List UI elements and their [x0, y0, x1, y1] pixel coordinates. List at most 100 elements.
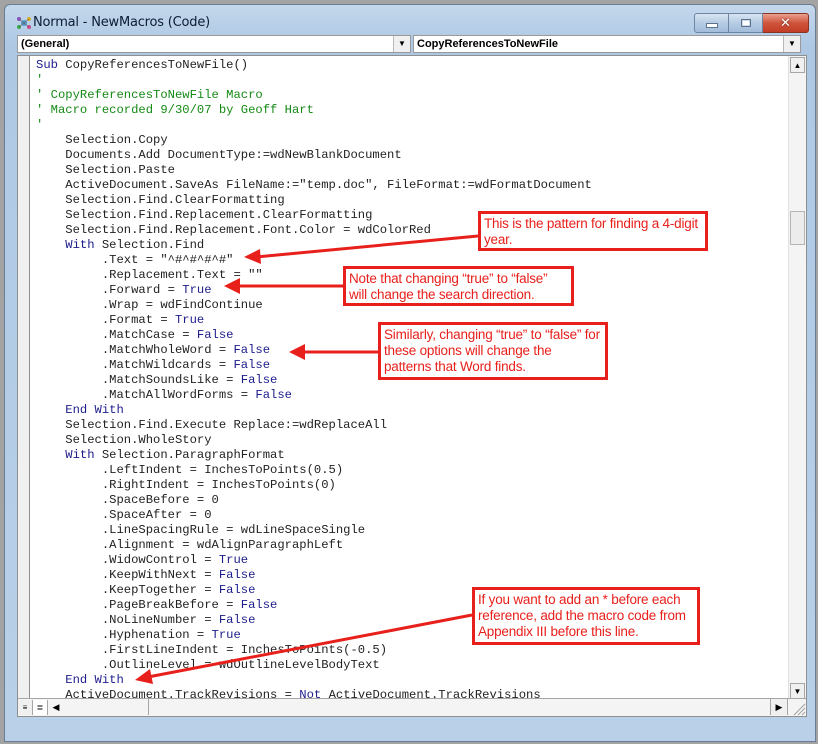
- code-keyword: True: [182, 283, 212, 297]
- procedure-combo[interactable]: CopyReferencesToNewFile ▼: [413, 35, 801, 53]
- code-line[interactable]: Documents.Add DocumentType:=wdNewBlankDo…: [36, 148, 592, 163]
- code-line[interactable]: .OutlineLevel = wdOutlineLevelBodyText: [36, 658, 592, 673]
- minimize-button[interactable]: [694, 13, 729, 33]
- code-keyword: Sub: [36, 58, 58, 72]
- minimize-icon: [705, 23, 718, 28]
- code-keyword: False: [218, 613, 256, 627]
- vertical-scrollbar[interactable]: ▲ ▼: [788, 56, 806, 700]
- code-token: Selection.Find.Replacement.ClearFormatti…: [36, 208, 373, 222]
- code-keyword: With: [65, 238, 95, 252]
- code-token: .Alignment = wdAlignParagraphLeft: [36, 538, 344, 552]
- code-line[interactable]: .SpaceBefore = 0: [36, 493, 592, 508]
- object-combo-value: (General): [21, 38, 70, 50]
- scroll-left-button[interactable]: ◀: [48, 700, 64, 715]
- code-line[interactable]: .KeepWithNext = False: [36, 568, 592, 583]
- resize-grip-icon[interactable]: [790, 700, 806, 716]
- code-line[interactable]: ': [36, 73, 592, 88]
- code-keyword: False: [233, 343, 271, 357]
- maximize-button[interactable]: [729, 13, 763, 33]
- code-line[interactable]: .FirstLineIndent = InchesToPoints(-0.5): [36, 643, 592, 658]
- code-line[interactable]: ' Macro recorded 9/30/07 by Geoff Hart: [36, 103, 592, 118]
- code-line[interactable]: ': [36, 118, 592, 133]
- code-token: .KeepTogether =: [36, 583, 219, 597]
- code-line[interactable]: ' CopyReferencesToNewFile Macro: [36, 88, 592, 103]
- code-token: .NoLineNumber =: [36, 613, 219, 627]
- code-token: Selection.Find.Execute Replace:=wdReplac…: [36, 418, 388, 432]
- title-bar[interactable]: Normal - NewMacros (Code) ✕: [5, 5, 815, 35]
- code-line[interactable]: With Selection.ParagraphFormat: [36, 448, 592, 463]
- code-token: .FirstLineIndent = InchesToPoints(-0.5): [36, 643, 388, 657]
- code-token: .WidowControl =: [36, 553, 219, 567]
- code-keyword: False: [218, 568, 256, 582]
- code-token: Selection.Find: [94, 238, 205, 252]
- maximize-icon: [740, 19, 751, 27]
- code-line[interactable]: .WidowControl = True: [36, 553, 592, 568]
- close-button[interactable]: ✕: [763, 13, 809, 33]
- code-line[interactable]: End With: [36, 403, 592, 418]
- code-token: .LineSpacingRule = wdLineSpaceSingle: [36, 523, 366, 537]
- scroll-up-button[interactable]: ▲: [790, 57, 805, 73]
- window-title: Normal - NewMacros (Code): [33, 15, 211, 30]
- code-line[interactable]: Selection.WholeStory: [36, 433, 592, 448]
- code-line[interactable]: ActiveDocument.SaveAs FileName:="temp.do…: [36, 178, 592, 193]
- code-token: .Hyphenation =: [36, 628, 212, 642]
- code-line[interactable]: .RightIndent = InchesToPoints(0): [36, 478, 592, 493]
- code-line[interactable]: Selection.Find.Execute Replace:=wdReplac…: [36, 418, 592, 433]
- vba-project-icon: [17, 17, 31, 29]
- code-keyword: With: [65, 448, 95, 462]
- code-line[interactable]: .MatchAllWordForms = False: [36, 388, 592, 403]
- annotation-search-direction: Note that changing “true” to “false” wil…: [343, 266, 574, 306]
- code-line[interactable]: Selection.Paste: [36, 163, 592, 178]
- code-line[interactable]: .Alignment = wdAlignParagraphLeft: [36, 538, 592, 553]
- code-line[interactable]: Selection.Copy: [36, 133, 592, 148]
- scroll-down-button[interactable]: ▼: [790, 683, 805, 699]
- code-line[interactable]: Sub CopyReferencesToNewFile(): [36, 58, 592, 73]
- code-token: .OutlineLevel = wdOutlineLevelBodyText: [36, 658, 380, 672]
- chevron-down-icon[interactable]: ▼: [783, 36, 800, 52]
- code-token: .RightIndent = InchesToPoints(0): [36, 478, 336, 492]
- code-line[interactable]: .LineSpacingRule = wdLineSpaceSingle: [36, 523, 592, 538]
- scroll-thumb[interactable]: [790, 211, 805, 245]
- code-token: .MatchAllWordForms =: [36, 388, 256, 402]
- code-token: Selection.Find.ClearFormatting: [36, 193, 285, 207]
- code-token: .SpaceAfter = 0: [36, 508, 212, 522]
- object-combo[interactable]: (General) ▼: [17, 35, 411, 53]
- code-keyword: False: [255, 388, 292, 402]
- arrow-up-icon: ▲: [793, 60, 802, 70]
- code-token: Documents.Add DocumentType:=wdNewBlankDo…: [36, 148, 402, 162]
- code-token: .PageBreakBefore =: [36, 598, 241, 612]
- code-line[interactable]: .LeftIndent = InchesToPoints(0.5): [36, 463, 592, 478]
- code-line[interactable]: Selection.Find.ClearFormatting: [36, 193, 592, 208]
- code-token: Selection.Paste: [36, 163, 175, 177]
- annotation-year-pattern: This is the pattern for finding a 4-digi…: [478, 211, 708, 251]
- code-token: Selection.Copy: [36, 133, 168, 147]
- code-line[interactable]: End With: [36, 673, 592, 688]
- margin-indicator-bar[interactable]: [18, 56, 30, 716]
- code-keyword: True: [218, 553, 249, 567]
- code-token: .MatchSoundsLike =: [36, 373, 241, 387]
- code-keyword: True: [211, 628, 241, 642]
- code-token: .SpaceBefore = 0: [36, 493, 219, 507]
- code-keyword: False: [196, 328, 234, 342]
- code-token: .Text = "^#^#^#^#": [36, 253, 234, 267]
- code-comment: ': [36, 118, 44, 132]
- procedure-view-icon: ≡: [22, 703, 28, 712]
- scroll-right-button[interactable]: ▶: [770, 699, 788, 715]
- code-comment: ' CopyReferencesToNewFile Macro: [36, 88, 263, 102]
- code-comment: ': [36, 73, 44, 87]
- code-token: .Forward =: [36, 283, 183, 297]
- full-module-view-button[interactable]: ≣: [33, 700, 48, 715]
- code-token: .MatchCase =: [36, 328, 197, 342]
- chevron-down-icon[interactable]: ▼: [393, 36, 410, 52]
- code-comment: ' Macro recorded 9/30/07 by Geoff Hart: [36, 103, 314, 117]
- arrow-down-icon: ▼: [793, 686, 802, 696]
- code-line[interactable]: .SpaceAfter = 0: [36, 508, 592, 523]
- procedure-view-button[interactable]: ≡: [18, 700, 33, 715]
- code-token: .Format =: [36, 313, 175, 327]
- code-token: .MatchWholeWord =: [36, 343, 234, 357]
- code-keyword: End With: [65, 403, 124, 417]
- arrow-right-icon: ▶: [775, 701, 783, 712]
- horizontal-scroll-thumb[interactable]: [64, 699, 149, 715]
